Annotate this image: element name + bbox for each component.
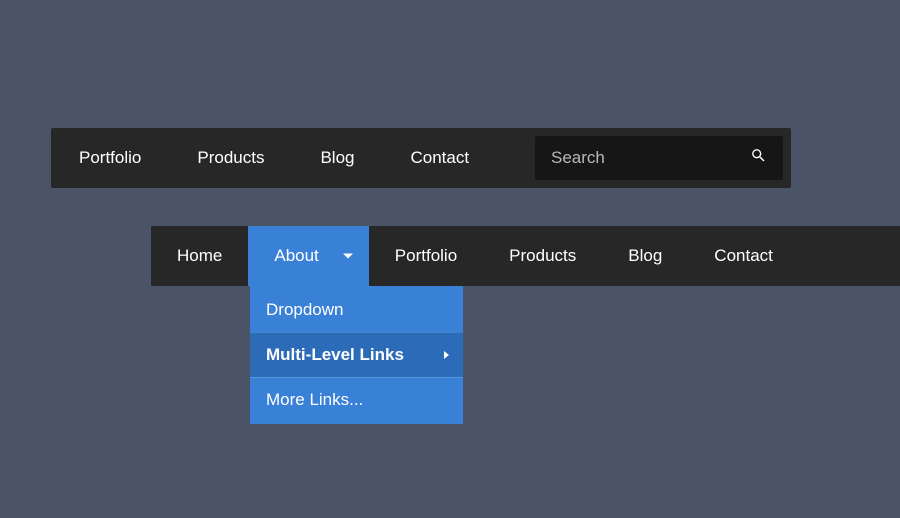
nav-link-products-2[interactable]: Products [483, 226, 602, 286]
dropdown-item-multilevel[interactable]: Multi-Level Links [250, 332, 463, 377]
dropdown-item-morelinks[interactable]: More Links... [250, 377, 463, 424]
navbar-bottom: Home About Portfolio Products Blog Conta… [151, 226, 900, 286]
search-box[interactable]: Search [535, 136, 783, 180]
navbar-top: Portfolio Products Blog Contact Search [51, 128, 791, 188]
nav-links-top: Portfolio Products Blog Contact [51, 128, 497, 188]
dropdown-menu: Dropdown Multi-Level Links More Links... [250, 286, 463, 424]
search-icon[interactable] [750, 147, 767, 169]
nav-link-contact[interactable]: Contact [383, 128, 498, 188]
dropdown-item-multilevel-label: Multi-Level Links [266, 345, 404, 364]
caret-right-icon [444, 351, 449, 359]
nav-link-blog-2[interactable]: Blog [602, 226, 688, 286]
nav-link-about-label: About [274, 246, 318, 266]
nav-link-portfolio[interactable]: Portfolio [51, 128, 169, 188]
nav-link-home[interactable]: Home [151, 226, 248, 286]
nav-link-contact-2[interactable]: Contact [688, 226, 799, 286]
nav-link-blog[interactable]: Blog [292, 128, 382, 188]
dropdown-item-dropdown[interactable]: Dropdown [250, 286, 463, 332]
caret-down-icon [343, 254, 353, 259]
nav-link-portfolio-2[interactable]: Portfolio [369, 226, 483, 286]
nav-link-about[interactable]: About [248, 226, 368, 286]
nav-link-products[interactable]: Products [169, 128, 292, 188]
search-placeholder: Search [551, 148, 605, 168]
